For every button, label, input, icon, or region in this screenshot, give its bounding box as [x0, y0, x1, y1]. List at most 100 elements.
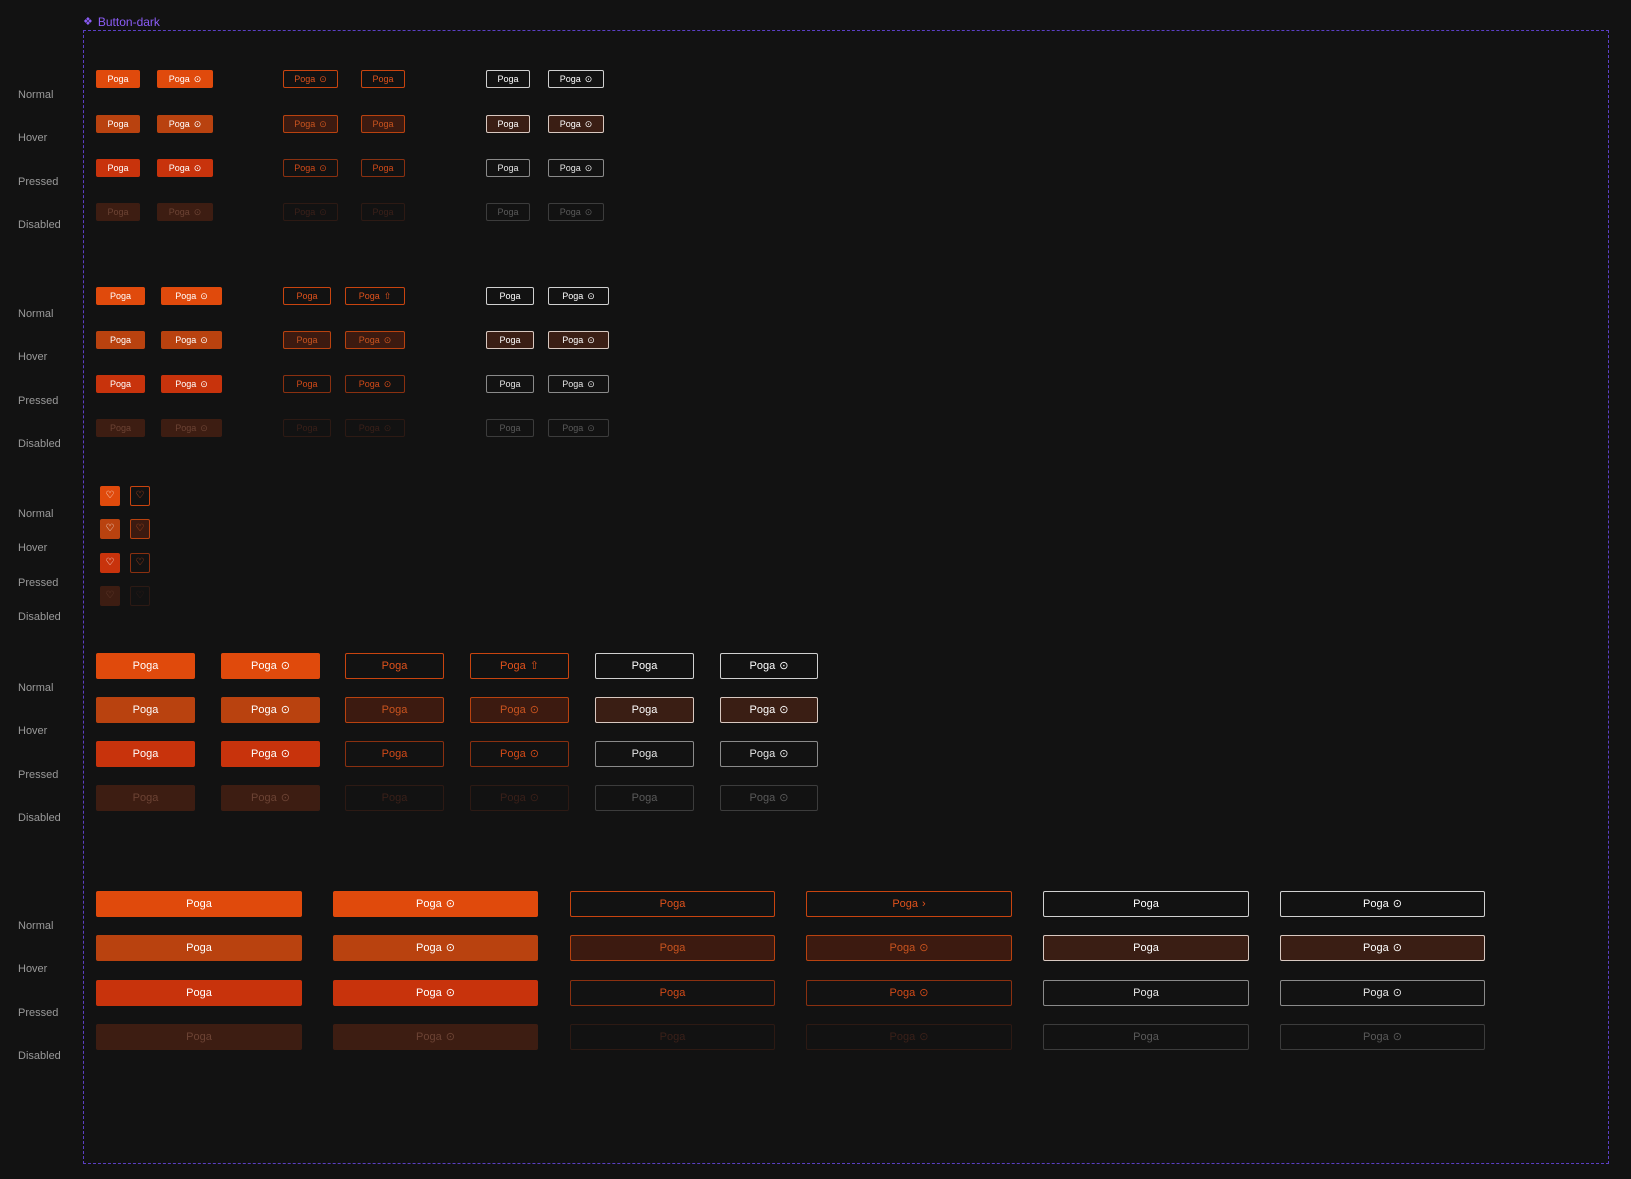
button-label: Poga — [659, 1031, 686, 1043]
white-button-sm-normal[interactable]: Poga — [486, 287, 534, 305]
primary-button-icon-normal[interactable]: ♡ — [100, 486, 120, 506]
button-label: Poga — [1363, 1031, 1389, 1043]
primary-button-md-normal[interactable]: Poga ⊙ — [221, 653, 320, 679]
outline-button-md-pressed[interactable]: Poga — [345, 741, 444, 767]
outline-button-icon-normal[interactable]: ♡ — [130, 486, 150, 506]
primary-button-xs-normal[interactable]: Poga ⊙ — [157, 70, 213, 88]
outline-button-lg-normal[interactable]: Poga › — [806, 891, 1012, 917]
circle-arrow-icon: ⊙ — [193, 206, 202, 217]
button-label: Poga — [889, 1031, 916, 1043]
outline-button-md-pressed[interactable]: Poga ⊙ — [470, 741, 569, 767]
white-button-sm-pressed[interactable]: Poga — [486, 375, 534, 393]
white-button-xs-pressed[interactable]: Poga — [486, 159, 530, 177]
white-button-lg-pressed[interactable]: Poga ⊙ — [1280, 980, 1485, 1006]
white-button-sm-pressed[interactable]: Poga ⊙ — [548, 375, 609, 393]
primary-button-lg-pressed[interactable]: Poga ⊙ — [333, 980, 538, 1006]
primary-button-md-hover[interactable]: Poga ⊙ — [221, 697, 320, 723]
primary-button-lg-hover[interactable]: Poga ⊙ — [333, 935, 538, 961]
outline-button-xs-normal[interactable]: Poga — [361, 70, 405, 88]
primary-button-icon-pressed[interactable]: ♡ — [100, 553, 120, 573]
chevron-right-icon: › — [922, 897, 926, 910]
outline-button-lg-normal[interactable]: Poga — [570, 891, 775, 917]
outline-button-lg-disabled: Poga ⊙ — [806, 1024, 1012, 1050]
white-button-md-normal[interactable]: Poga ⊙ — [720, 653, 818, 679]
outline-button-md-normal[interactable]: Poga ⇧ — [470, 653, 569, 679]
white-button-md-pressed[interactable]: Poga — [595, 741, 694, 767]
outline-button-sm-hover[interactable]: Poga ⊙ — [345, 331, 405, 349]
outline-button-sm-normal[interactable]: Poga ⇧ — [345, 287, 405, 305]
button-label: Poga — [497, 119, 519, 129]
primary-button-lg-normal[interactable]: Poga — [96, 891, 302, 917]
primary-button-md-pressed[interactable]: Poga ⊙ — [221, 741, 320, 767]
primary-button-sm-pressed[interactable]: Poga ⊙ — [161, 375, 222, 393]
primary-button-md-hover[interactable]: Poga — [96, 697, 195, 723]
primary-button-lg-normal[interactable]: Poga ⊙ — [333, 891, 538, 917]
primary-button-xs-pressed[interactable]: Poga ⊙ — [157, 159, 213, 177]
button-label: Poga — [497, 163, 519, 173]
outline-button-icon-pressed[interactable]: ♡ — [130, 553, 150, 573]
primary-button-sm-disabled: Poga ⊙ — [161, 419, 222, 437]
button-label: Poga — [132, 704, 159, 716]
white-button-md-hover[interactable]: Poga ⊙ — [720, 697, 818, 723]
circle-arrow-icon: ⊙ — [779, 747, 789, 760]
white-button-md-pressed[interactable]: Poga ⊙ — [720, 741, 818, 767]
white-button-lg-normal[interactable]: Poga — [1043, 891, 1249, 917]
state-label-disabled: Disabled — [18, 812, 61, 824]
white-button-lg-pressed[interactable]: Poga — [1043, 980, 1249, 1006]
white-button-sm-hover[interactable]: Poga — [486, 331, 534, 349]
primary-button-md-pressed[interactable]: Poga — [96, 741, 195, 767]
button-label: Poga — [186, 987, 212, 999]
white-button-lg-hover[interactable]: Poga ⊙ — [1280, 935, 1485, 961]
outline-button-lg-hover[interactable]: Poga — [570, 935, 775, 961]
outline-button-sm-pressed[interactable]: Poga ⊙ — [345, 375, 405, 393]
outline-button-xs-normal[interactable]: Poga ⊙ — [283, 70, 338, 88]
button-label: Poga — [372, 119, 394, 129]
outline-button-xs-pressed[interactable]: Poga ⊙ — [283, 159, 338, 177]
white-button-xs-normal[interactable]: Poga — [486, 70, 530, 88]
white-button-xs-hover[interactable]: Poga ⊙ — [548, 115, 604, 133]
white-button-lg-normal[interactable]: Poga ⊙ — [1280, 891, 1485, 917]
white-button-md-normal[interactable]: Poga — [595, 653, 694, 679]
white-button-lg-hover[interactable]: Poga — [1043, 935, 1249, 961]
primary-button-lg-hover[interactable]: Poga — [96, 935, 302, 961]
primary-button-xs-pressed[interactable]: Poga — [96, 159, 140, 177]
outline-button-xs-hover[interactable]: Poga ⊙ — [283, 115, 338, 133]
primary-button-sm-normal[interactable]: Poga — [96, 287, 145, 305]
button-label: Poga — [132, 792, 159, 804]
white-button-xs-hover[interactable]: Poga — [486, 115, 530, 133]
white-button-sm-normal[interactable]: Poga ⊙ — [548, 287, 609, 305]
primary-button-sm-normal[interactable]: Poga ⊙ — [161, 287, 222, 305]
outline-button-md-hover[interactable]: Poga — [345, 697, 444, 723]
heart-icon: ♡ — [105, 557, 115, 568]
white-button-md-hover[interactable]: Poga — [595, 697, 694, 723]
white-button-sm-hover[interactable]: Poga ⊙ — [548, 331, 609, 349]
outline-button-xs-pressed[interactable]: Poga — [361, 159, 405, 177]
primary-button-lg-pressed[interactable]: Poga — [96, 980, 302, 1006]
outline-button-sm-hover[interactable]: Poga — [283, 331, 331, 349]
primary-button-xs-normal[interactable]: Poga — [96, 70, 140, 88]
outline-button-icon-hover[interactable]: ♡ — [130, 519, 150, 539]
outline-button-md-normal[interactable]: Poga — [345, 653, 444, 679]
primary-button-sm-hover[interactable]: Poga — [96, 331, 145, 349]
primary-button-xs-hover[interactable]: Poga ⊙ — [157, 115, 213, 133]
primary-button-sm-pressed[interactable]: Poga — [96, 375, 145, 393]
outline-button-sm-pressed[interactable]: Poga — [283, 375, 331, 393]
white-button-xs-disabled: Poga — [486, 203, 530, 221]
share-icon: ⇧ — [529, 659, 539, 672]
button-label: Poga — [186, 1031, 212, 1043]
primary-button-md-normal[interactable]: Poga — [96, 653, 195, 679]
button-label: Poga — [251, 660, 277, 672]
white-button-xs-pressed[interactable]: Poga ⊙ — [548, 159, 604, 177]
outline-button-lg-pressed[interactable]: Poga ⊙ — [806, 980, 1012, 1006]
outline-button-lg-hover[interactable]: Poga ⊙ — [806, 935, 1012, 961]
primary-button-xs-hover[interactable]: Poga — [96, 115, 140, 133]
button-label: Poga — [500, 792, 526, 804]
outline-button-sm-normal[interactable]: Poga — [283, 287, 331, 305]
outline-button-md-hover[interactable]: Poga ⊙ — [470, 697, 569, 723]
outline-button-lg-pressed[interactable]: Poga — [570, 980, 775, 1006]
primary-button-sm-disabled: Poga — [96, 419, 145, 437]
primary-button-sm-hover[interactable]: Poga ⊙ — [161, 331, 222, 349]
outline-button-xs-hover[interactable]: Poga — [361, 115, 405, 133]
white-button-xs-normal[interactable]: Poga ⊙ — [548, 70, 604, 88]
primary-button-icon-hover[interactable]: ♡ — [100, 519, 120, 539]
